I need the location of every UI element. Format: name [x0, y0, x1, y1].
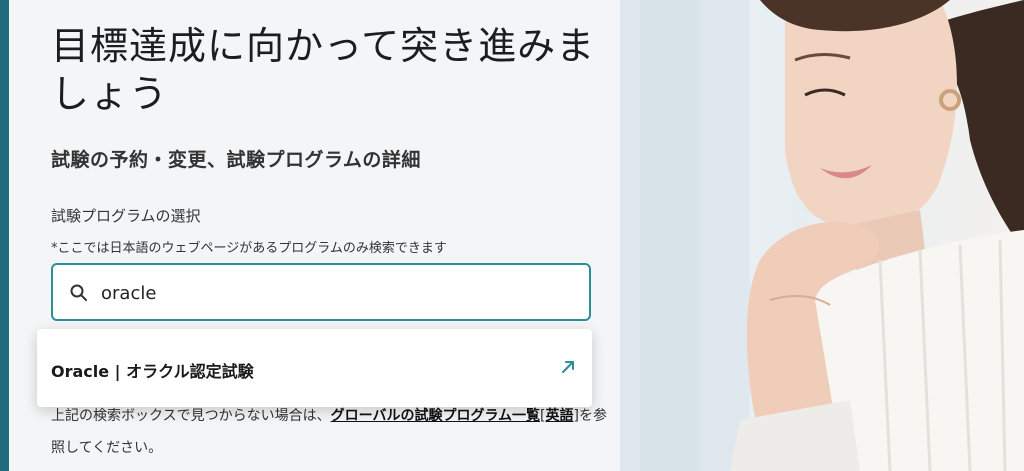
search-note: *ここでは日本語のウェブページがあるプログラムのみ検索できます: [51, 241, 447, 256]
search-box[interactable]: [51, 263, 591, 321]
global-programs-link[interactable]: グローバルの試験プログラム一覧: [331, 408, 540, 424]
help-prefix: 上記の検索ボックスで見つからない場合は、: [51, 408, 331, 424]
search-results-dropdown: Oracle | オラクル認定試験: [37, 329, 592, 407]
english-link[interactable]: 英語: [546, 408, 574, 424]
page-headline: 目標達成に向かって突き進みましょう: [51, 24, 596, 116]
search-label: 試験プログラムの選択: [51, 207, 201, 225]
result-item-oracle[interactable]: Oracle | オラクル認定試験: [37, 329, 592, 407]
search-input[interactable]: [99, 277, 583, 309]
page-subtitle: 試験の予約・変更、試験プログラムの詳細: [51, 149, 421, 171]
hero-photo: [620, 0, 1024, 471]
woman-illustration: [620, 0, 1024, 471]
result-label: Oracle | オラクル認定試験: [51, 362, 254, 381]
help-text: 上記の検索ボックスで見つからない場合は、グローバルの試験プログラム一覧[英語]を…: [51, 408, 607, 456]
search-icon: [70, 284, 87, 301]
left-accent-bar: [0, 0, 9, 471]
external-arrow-icon: [562, 361, 574, 373]
